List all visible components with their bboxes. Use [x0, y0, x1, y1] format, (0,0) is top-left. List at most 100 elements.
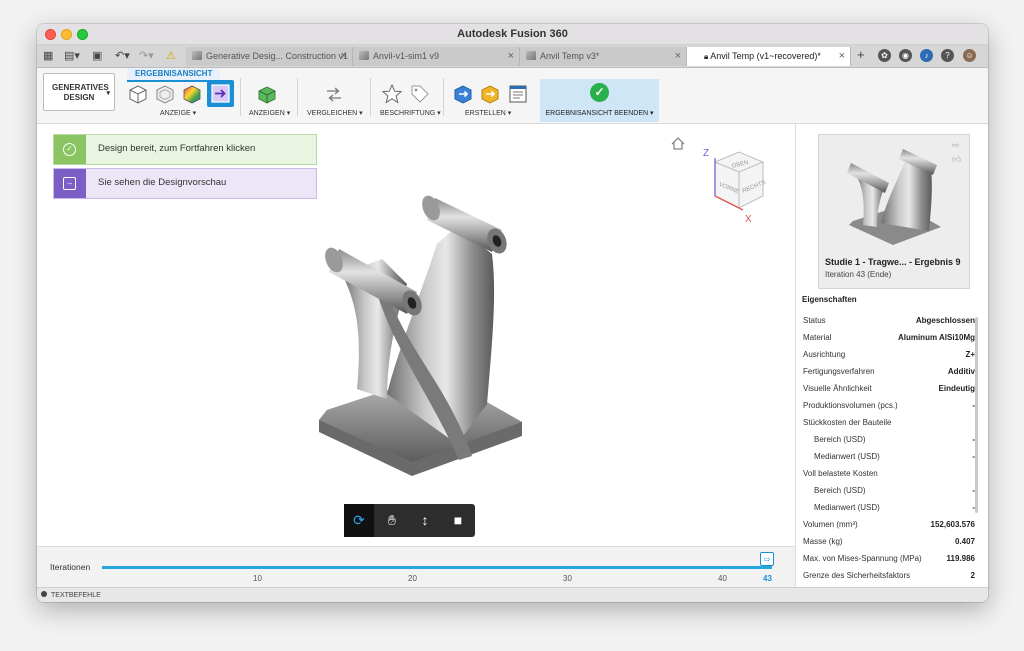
- property-row: Medianwert (USD) -: [814, 452, 975, 461]
- property-row: Masse (kg) 0.407: [803, 537, 975, 546]
- export-mesh-icon[interactable]: [479, 83, 501, 105]
- result-iteration: Iteration 43 (Ende): [825, 270, 892, 279]
- doc-tab-generative-design[interactable]: Generative Desig... Construction v1 ×: [186, 47, 353, 66]
- job-status-icon[interactable]: ◉: [899, 49, 912, 62]
- finish-result-view-button[interactable]: ✓ ERGEBNISANSICHT BEENDEN ▾: [540, 79, 659, 122]
- export-design-icon[interactable]: [452, 83, 474, 105]
- report-icon[interactable]: [507, 83, 529, 105]
- checkmark-icon: ✓: [590, 83, 609, 102]
- text-commands-toggle[interactable]: TEXTBEFEHLE: [51, 592, 101, 599]
- properties-scrollbar[interactable]: [975, 317, 978, 513]
- stress-cube-icon[interactable]: [181, 83, 203, 105]
- chevron-down-icon: ▾: [106, 90, 110, 97]
- document-tab-bar: ▦ ▤▾ ▣ ↶▾ ↷▾ ⚠ Generative Desig... Const…: [37, 45, 988, 68]
- group-label-beschriftung[interactable]: BESCHRIFTUNG ▾: [380, 109, 441, 117]
- group-label-anzeige[interactable]: ANZEIGE ▾: [160, 109, 196, 117]
- pan-hand-icon[interactable]: ✋︎: [377, 504, 407, 537]
- close-tab-icon[interactable]: ×: [675, 47, 681, 66]
- property-row: Visuelle Ähnlichkeit Eindeutig: [803, 384, 975, 393]
- user-avatar[interactable]: ☺: [963, 49, 976, 62]
- show-body-icon[interactable]: [256, 83, 278, 105]
- design-doc-icon: [526, 51, 536, 60]
- extensions-icon[interactable]: ✿: [878, 49, 891, 62]
- property-row: Stückkosten der Bauteile: [803, 418, 892, 427]
- timeline-current-iteration: 43: [763, 574, 772, 583]
- star-icon[interactable]: [381, 83, 403, 105]
- group-label-erstellen[interactable]: ERSTELLEN ▾: [465, 109, 511, 117]
- save-icon[interactable]: ▣: [92, 48, 102, 64]
- viewcube[interactable]: Z X OBEN VORNE RECHTS: [701, 144, 771, 226]
- result-title: Studie 1 - Tragwe... - Ergebnis 9: [825, 257, 961, 267]
- close-tab-icon[interactable]: ×: [341, 47, 347, 66]
- generative-design-model[interactable]: [287, 174, 537, 504]
- notifications-icon[interactable]: ♪: [920, 49, 933, 62]
- result-thumbnail-card[interactable]: ⇨ 👍︎ Studie 1 - Tragwe... - Ergebnis 9 I…: [818, 134, 970, 289]
- property-row: Material Aluminum AlSi10Mg: [803, 333, 975, 342]
- redo-icon[interactable]: ↷▾: [139, 48, 154, 64]
- doc-tab-anvil-temp-recovered[interactable]: 🔒︎ Anvil Temp (v1~recovered)* ×: [687, 47, 851, 66]
- property-row: Produktionsvolumen (pcs.) -: [803, 401, 975, 410]
- check-circle-icon: ✓: [63, 143, 76, 156]
- iteration-slider-track[interactable]: [102, 566, 772, 569]
- help-icon[interactable]: ?: [941, 49, 954, 62]
- property-row: Volumen (mm³) 152,603.576: [803, 520, 975, 529]
- properties-heading: Eigenschaften: [802, 295, 857, 304]
- camera-icon[interactable]: ■: [443, 504, 473, 537]
- title-bar: Autodesk Fusion 360: [37, 24, 988, 45]
- toolbar-separator: [370, 78, 371, 116]
- toolbar-separator: [297, 78, 298, 116]
- property-row: Voll belastete Kosten: [803, 469, 878, 478]
- workspace-switcher[interactable]: GENERATIVES DESIGN ▾: [43, 73, 115, 111]
- close-tab-icon[interactable]: ×: [839, 47, 845, 66]
- warning-icon[interactable]: ⚠: [166, 48, 176, 64]
- undo-icon[interactable]: ↶▾: [115, 48, 130, 64]
- property-row: Status Abgeschlossen: [803, 316, 975, 325]
- arrow-right-box-icon: →: [63, 177, 76, 190]
- group-label-vergleichen[interactable]: VERGLEICHEN ▾: [307, 109, 363, 117]
- timeline-tick: 30: [563, 574, 572, 583]
- text-commands-icon: [41, 591, 47, 597]
- arrow-right-box-icon: [211, 84, 230, 103]
- group-label-anzeigen[interactable]: ANZEIGEN ▾: [249, 109, 290, 117]
- app-grid-icon[interactable]: ▦: [43, 48, 53, 64]
- property-row: Fertigungsverfahren Additiv: [803, 367, 975, 376]
- zoom-icon[interactable]: ↕: [410, 504, 440, 537]
- doc-tab-anvil-sim[interactable]: Anvil-v1-sim1 v9 ×: [353, 47, 520, 66]
- property-row: Bereich (USD) -: [814, 435, 975, 444]
- timeline-label: Iterationen: [50, 562, 91, 572]
- like-result-icon[interactable]: 👍︎: [952, 154, 961, 165]
- property-row: Ausrichtung Z+: [803, 350, 975, 359]
- tag-icon[interactable]: [409, 83, 431, 105]
- result-properties-panel: ⇨ 👍︎ Studie 1 - Tragwe... - Ergebnis 9 I…: [795, 124, 988, 587]
- close-tab-icon[interactable]: ×: [508, 47, 514, 66]
- toolbar-separator: [443, 78, 444, 116]
- compare-icon[interactable]: [323, 83, 345, 105]
- wireframe-cube-icon[interactable]: [127, 83, 149, 105]
- toolbar-separator: [240, 78, 241, 116]
- file-menu-icon[interactable]: ▤▾: [64, 48, 80, 64]
- notice-design-ready[interactable]: ✓ Design bereit, zum Fortfahren klicken: [53, 134, 317, 165]
- result-thumbnail-image: [847, 149, 941, 245]
- notice-design-preview[interactable]: → Sie sehen die Designvorschau: [53, 168, 317, 199]
- 3d-viewport[interactable]: ✓ Design bereit, zum Fortfahren klicken …: [37, 124, 795, 546]
- status-bar: TEXTBEFEHLE: [37, 587, 988, 602]
- orbit-icon[interactable]: ⟳: [344, 504, 374, 537]
- ribbon-toolbar: GENERATIVES DESIGN ▾ ERGEBNISANSICHT ANZ…: [37, 68, 988, 124]
- axis-z-label: Z: [703, 148, 709, 159]
- transparent-cube-icon[interactable]: [154, 83, 176, 105]
- home-view-icon[interactable]: [671, 137, 685, 150]
- tab-ergebnisansicht[interactable]: ERGEBNISANSICHT: [127, 68, 221, 82]
- navigation-bar: ⟳ ✋︎ ↕ ■: [344, 504, 475, 537]
- new-tab-icon[interactable]: +: [857, 47, 865, 63]
- design-doc-icon: [192, 51, 202, 60]
- property-row: Bereich (USD) -: [814, 486, 975, 495]
- timeline-tick: 20: [408, 574, 417, 583]
- lock-icon: 🔒︎: [704, 52, 709, 61]
- export-result-button[interactable]: [207, 80, 234, 107]
- open-result-icon[interactable]: ⇨: [952, 140, 960, 151]
- app-window: Autodesk Fusion 360 ▦ ▤▾ ▣ ↶▾ ↷▾ ⚠ Gener…: [37, 24, 988, 602]
- iteration-slider-handle[interactable]: ⇨: [760, 552, 774, 566]
- doc-tab-anvil-temp-v3[interactable]: Anvil Temp v3* ×: [520, 47, 687, 66]
- iterations-timeline: Iterationen ⇨ 10 20 30 40 43: [37, 546, 795, 588]
- property-row: Max. von Mises-Spannung (MPa) 119.986: [803, 554, 975, 563]
